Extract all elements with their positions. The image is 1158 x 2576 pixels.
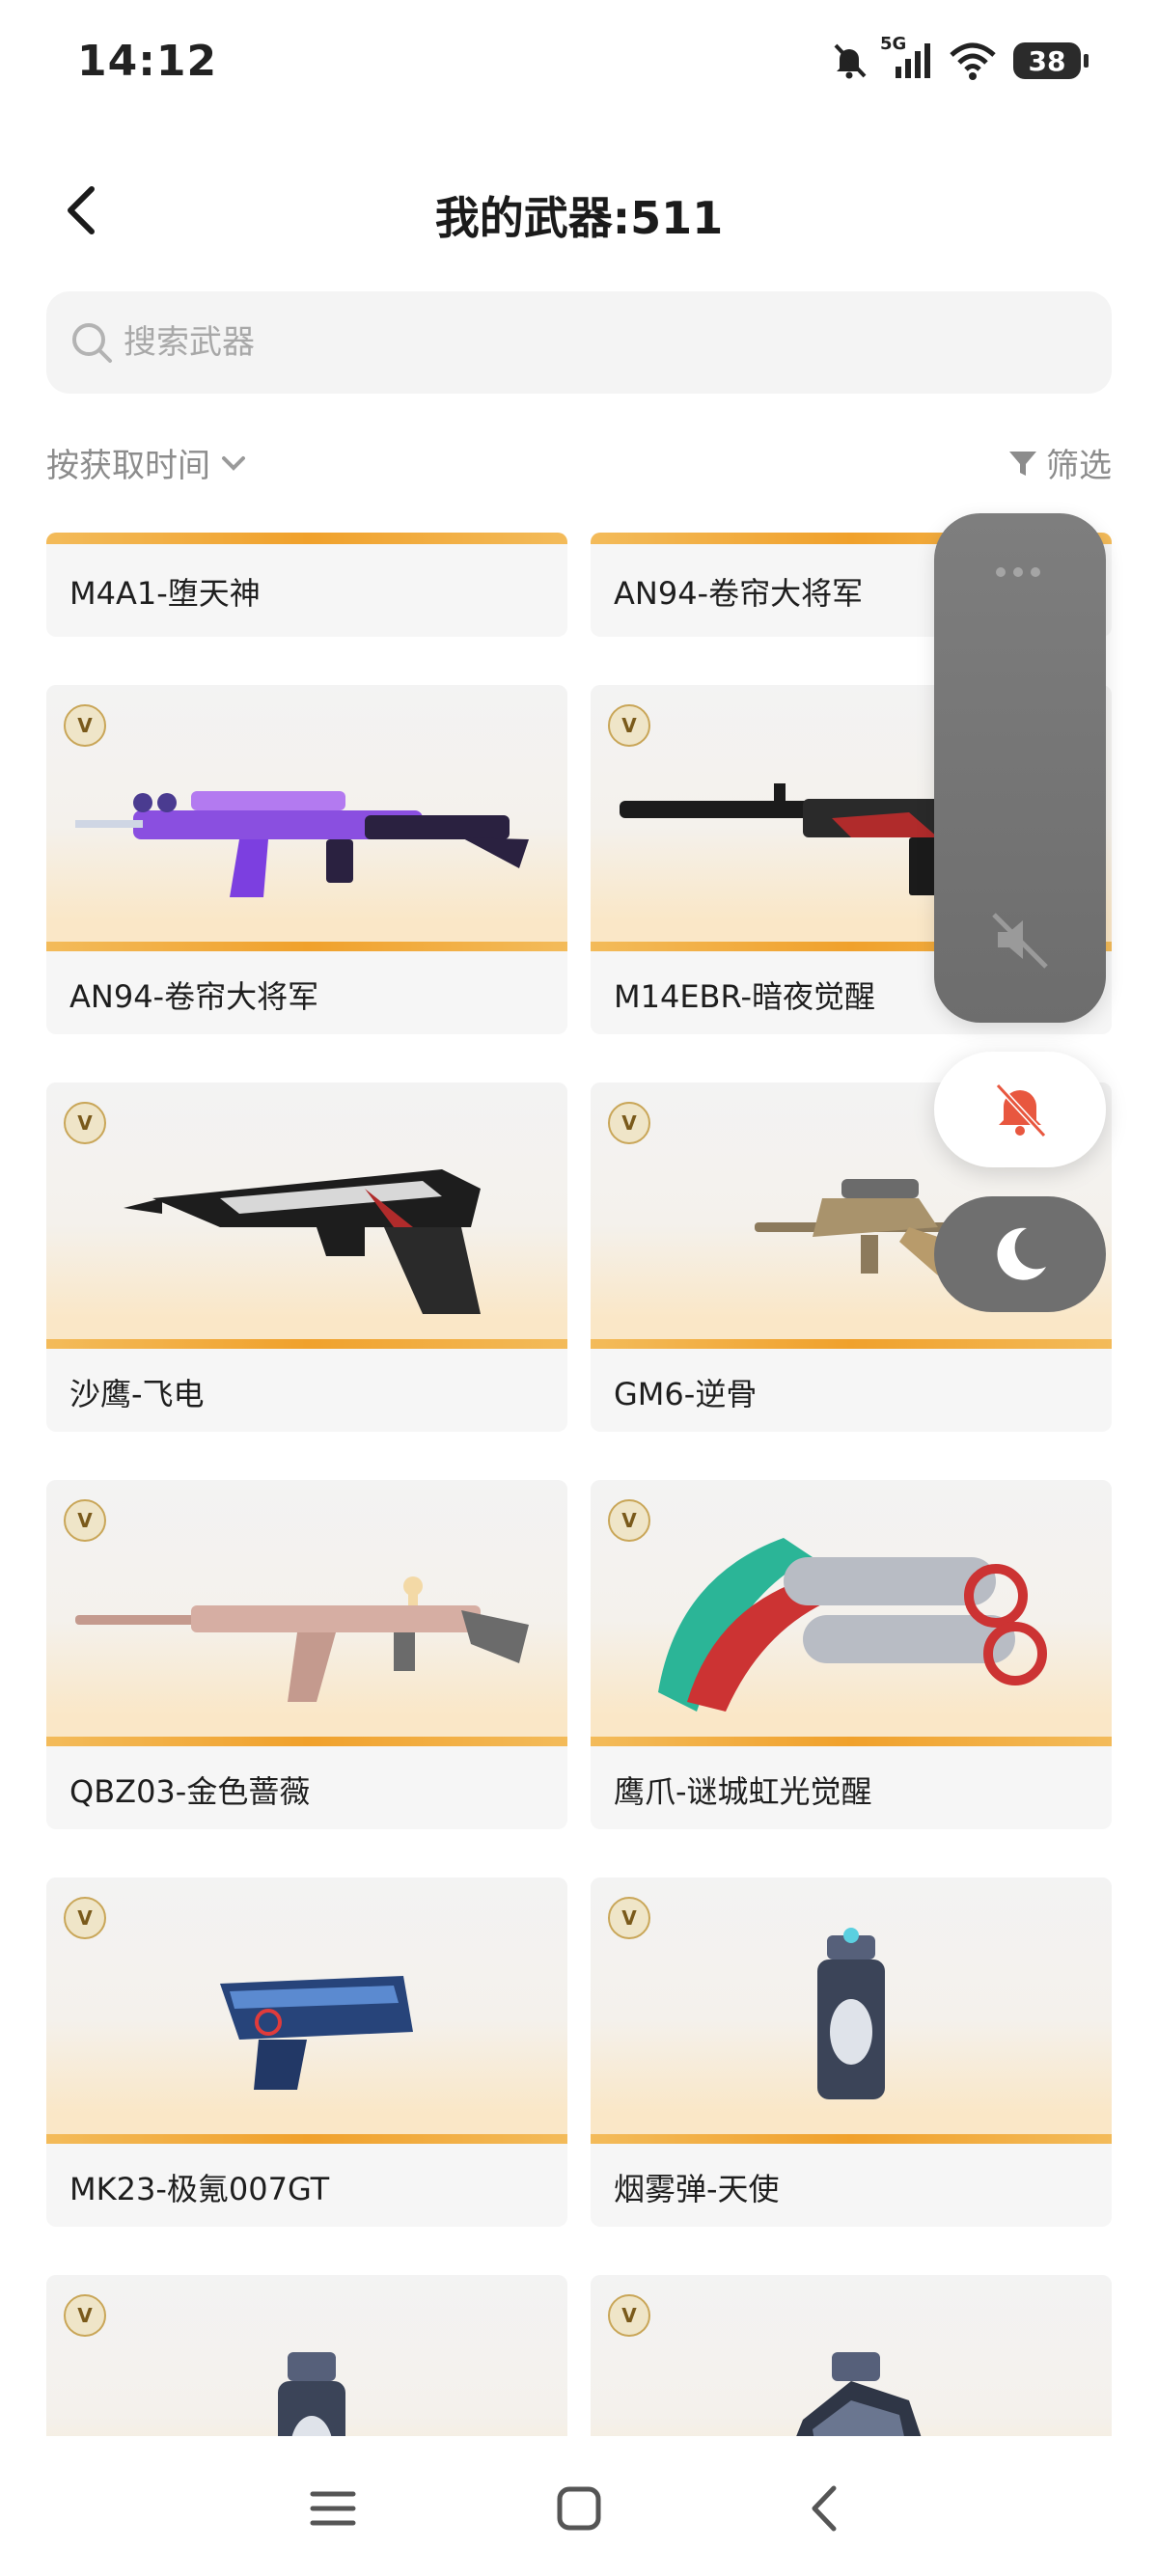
card-accent-bar: [46, 1339, 567, 1349]
weapon-name: 烟雾弹-天使: [614, 2171, 780, 2207]
silent-mode-toggle[interactable]: [934, 1052, 1106, 1167]
rifle-icon: [75, 791, 529, 897]
rifle-icon: [75, 1576, 529, 1702]
v-badge-icon: V: [64, 704, 106, 747]
card-accent-bar: [591, 1737, 1112, 1746]
v-badge-icon: V: [64, 1897, 106, 1939]
v-badge-icon: V: [608, 1897, 650, 1939]
weapon-name: M14EBR-暗夜觉醒: [614, 978, 875, 1015]
page-title: 我的武器:511: [434, 192, 724, 244]
weapon-card[interactable]: V AN94-卷帘大将军: [46, 685, 567, 1034]
home-icon[interactable]: [545, 2475, 613, 2542]
moon-icon: [997, 1227, 1046, 1280]
weapon-name: AN94-卷帘大将军: [69, 978, 319, 1015]
weapon-name: 鹰爪-谜城虹光觉醒: [614, 1773, 872, 1810]
menu-icon[interactable]: [299, 2475, 367, 2542]
v-badge-icon: V: [608, 2294, 650, 2337]
card-accent-bar: [46, 533, 567, 544]
system-nav-bar: [0, 2436, 1158, 2576]
weapon-card[interactable]: V: [46, 2275, 567, 2462]
weapon-card[interactable]: V: [591, 2275, 1112, 2462]
sort-label: 按获取时间: [46, 447, 210, 485]
bell-off-icon: [834, 43, 867, 79]
weapon-name: M4A1-堕天神: [69, 575, 261, 612]
pistol-icon: [124, 1169, 481, 1314]
weapon-image: V: [46, 2275, 567, 2462]
card-accent-bar: [591, 2134, 1112, 2144]
filter-button[interactable]: 筛选: [1006, 439, 1112, 486]
search-bar[interactable]: [46, 291, 1112, 394]
v-badge-icon: V: [608, 704, 650, 747]
weapon-image: V: [591, 1877, 1112, 2134]
weapon-card[interactable]: V 烟雾弹-天使: [591, 1877, 1112, 2227]
bell-off-icon: [995, 1082, 1047, 1138]
weapon-name: AN94-卷帘大将军: [614, 575, 864, 612]
filter-label: 筛选: [1046, 447, 1112, 485]
weapon-image: V: [46, 1480, 567, 1737]
more-dots-icon[interactable]: [996, 567, 1040, 577]
card-accent-bar: [46, 942, 567, 951]
status-bar: 14:12 5G 38: [0, 0, 1158, 135]
karambit-knife-icon: [658, 1538, 1047, 1712]
volume-panel[interactable]: [934, 513, 1106, 1023]
weapon-name: 沙鹰-飞电: [69, 1376, 205, 1412]
dnd-toggle[interactable]: [934, 1196, 1106, 1312]
weapon-image: V: [46, 1877, 567, 2134]
v-badge-icon: V: [64, 2294, 106, 2337]
sort-filter-bar: 按获取时间 筛选: [46, 439, 1112, 497]
status-time: 14:12: [77, 37, 218, 86]
status-icons: 5G 38: [828, 34, 1089, 85]
battery-level: 38: [1028, 44, 1066, 77]
weapon-name: GM6-逆骨: [614, 1376, 758, 1412]
page-header: 我的武器:511: [0, 164, 1158, 260]
card-accent-bar: [46, 1737, 567, 1746]
battery-indicator: 38: [1013, 42, 1089, 79]
weapon-image: V: [46, 685, 567, 942]
search-input[interactable]: [122, 322, 994, 363]
v-badge-icon: V: [608, 1499, 650, 1542]
v-badge-icon: V: [608, 1102, 650, 1144]
weapon-card[interactable]: V MK23-极氪007GT: [46, 1877, 567, 2227]
weapon-card[interactable]: V 沙鹰-飞电: [46, 1082, 567, 1432]
weapon-name: MK23-极氪007GT: [69, 2171, 330, 2207]
weapon-card[interactable]: M4A1-堕天神: [46, 533, 567, 637]
chevron-down-icon: [222, 455, 245, 471]
pistol-icon: [220, 1976, 413, 2090]
wifi-icon: [950, 42, 996, 80]
v-badge-icon: V: [64, 1499, 106, 1542]
weapon-card[interactable]: V QBZ03-金色蔷薇: [46, 1480, 567, 1829]
back-icon[interactable]: [791, 2475, 859, 2542]
speaker-mute-icon[interactable]: [988, 907, 1054, 973]
weapon-image: V: [46, 1082, 567, 1339]
weapon-name: QBZ03-金色蔷薇: [69, 1773, 311, 1810]
filter-icon: [1009, 451, 1036, 476]
card-accent-bar: [591, 1339, 1112, 1349]
card-accent-bar: [46, 2134, 567, 2144]
weapon-image: V: [591, 1480, 1112, 1737]
weapon-image: V: [591, 2275, 1112, 2462]
weapon-card[interactable]: V 鹰爪-谜城虹光觉醒: [591, 1480, 1112, 1829]
smoke-grenade-icon: [817, 1928, 885, 2099]
network-type-label: 5G: [880, 34, 907, 54]
cellular-icon: 5G: [880, 34, 932, 82]
search-icon: [72, 323, 112, 363]
v-badge-icon: V: [64, 1102, 106, 1144]
sort-dropdown[interactable]: 按获取时间: [46, 439, 251, 486]
